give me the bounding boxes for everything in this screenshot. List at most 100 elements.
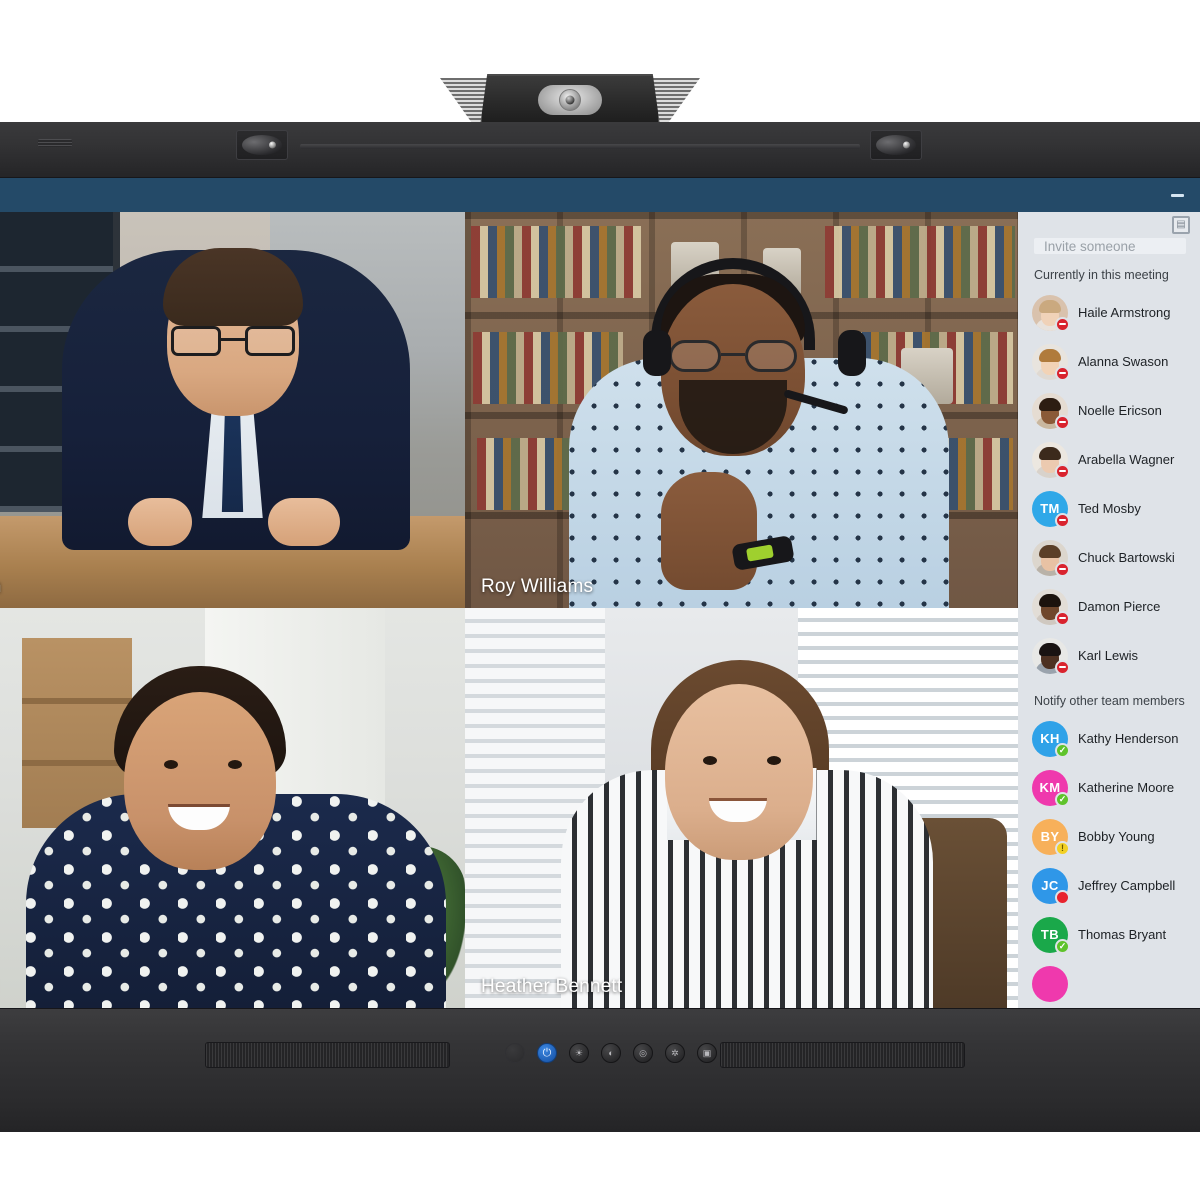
- list-item-label: Jeffrey Campbell: [1078, 878, 1176, 893]
- invite-someone-input[interactable]: Invite someone: [1034, 238, 1186, 254]
- bezel-trim-strip: [300, 144, 860, 149]
- list-item-label: Chuck Bartowski: [1078, 550, 1175, 565]
- panel-toggle-icon[interactable]: ▤: [1172, 216, 1190, 235]
- screenshot-scene: man: [0, 0, 1200, 1200]
- input-button[interactable]: ▣: [697, 1043, 717, 1063]
- list-item[interactable]: KM ✓ Katherine Moore: [1018, 763, 1200, 812]
- monitor-control-row: ⏻ ☀ ◐ ◎ ✲ ▣: [505, 1043, 717, 1063]
- list-item-label: Katherine Moore: [1078, 780, 1175, 795]
- list-item-label: Bobby Young: [1078, 829, 1155, 844]
- video-tile-2[interactable]: Roy Williams: [465, 212, 1018, 608]
- list-item[interactable]: Arabella Wagner: [1018, 435, 1200, 484]
- video-tile-3[interactable]: ard: [0, 608, 465, 1008]
- list-item-label: Ted Mosby: [1078, 501, 1141, 516]
- tile-2-background: [465, 212, 1018, 608]
- status-badge-online: ✓: [1055, 742, 1070, 758]
- vent-left: [38, 139, 72, 147]
- participant-2-hand: [661, 472, 757, 590]
- avatar: [1032, 539, 1070, 577]
- power-button[interactable]: ⏻: [537, 1043, 557, 1063]
- participant-1-right-hand: [268, 498, 340, 546]
- list-item-label: Kathy Henderson: [1078, 731, 1179, 746]
- status-badge-muted: [1055, 659, 1070, 675]
- list-item[interactable]: Karl Lewis: [1018, 631, 1200, 680]
- volume-button[interactable]: ◎: [633, 1043, 653, 1063]
- avatar-initials: [1032, 965, 1068, 1002]
- avatar: [1032, 965, 1068, 1002]
- video-tile-4-name: Heather Bennett: [481, 976, 623, 997]
- status-badge-muted: [1055, 365, 1070, 381]
- avatar: [1032, 294, 1070, 332]
- monitor: man: [0, 122, 1200, 1132]
- speaker-grille-left: [205, 1042, 450, 1068]
- indicator-light: [505, 1043, 525, 1063]
- monitor-bottom-bezel: ⏻ ☀ ◐ ◎ ✲ ▣: [0, 1008, 1200, 1132]
- avatar: [1032, 588, 1070, 626]
- status-badge-online: ✓: [1055, 791, 1070, 807]
- video-tile-1-name: man: [0, 576, 2, 598]
- list-item[interactable]: BY ! Bobby Young: [1018, 812, 1200, 861]
- avatar: JC: [1032, 867, 1070, 905]
- minimize-icon: [1170, 193, 1184, 197]
- status-badge-online: ✓: [1055, 938, 1070, 954]
- list-item-label: Karl Lewis: [1078, 648, 1138, 663]
- webcam-lens-plate: [538, 85, 602, 115]
- participant-2-glasses-icon: [669, 340, 797, 372]
- app-titlebar: [0, 178, 1200, 212]
- list-item[interactable]: Chuck Bartowski: [1018, 533, 1200, 582]
- video-tile-1[interactable]: man: [0, 212, 465, 608]
- invite-placeholder: Invite someone: [1044, 238, 1136, 254]
- list-item-label: Noelle Ericson: [1078, 403, 1162, 418]
- avatar: [1032, 441, 1070, 479]
- participant-3-eye-left: [164, 760, 178, 769]
- status-badge-muted: [1055, 316, 1070, 332]
- avatar: TM: [1032, 490, 1070, 528]
- participant-4-eye-left: [703, 756, 717, 765]
- brightness-button[interactable]: ☀: [569, 1043, 589, 1063]
- contrast-button[interactable]: ◐: [601, 1043, 621, 1063]
- status-badge-muted: [1055, 512, 1070, 528]
- headset-cup-left: [643, 330, 671, 376]
- status-badge-muted: [1055, 463, 1070, 479]
- list-item-label: Haile Armstrong: [1078, 305, 1171, 320]
- list-item-label: Arabella Wagner: [1078, 452, 1175, 467]
- list-item-label: Thomas Bryant: [1078, 927, 1167, 942]
- list-item[interactable]: Damon Pierce: [1018, 582, 1200, 631]
- status-badge-muted: [1055, 414, 1070, 430]
- list-item[interactable]: Haile Armstrong: [1018, 288, 1200, 337]
- speaker-grille-right: [720, 1042, 965, 1068]
- video-tile-2-name: Roy Williams: [481, 576, 594, 597]
- headset-cup-right: [838, 330, 866, 376]
- section-label-notify: Notify other team members: [1034, 694, 1185, 708]
- list-item[interactable]: TM Ted Mosby: [1018, 484, 1200, 533]
- list-item-label: Damon Pierce: [1078, 599, 1161, 614]
- books-row-2: [825, 226, 1015, 298]
- avatar: KM ✓: [1032, 769, 1070, 807]
- list-item[interactable]: Alanna Swason: [1018, 337, 1200, 386]
- camera-lens-icon: [559, 89, 581, 111]
- avatar: [1032, 637, 1070, 675]
- participants-sidebar: ▤ Invite someone Currently in this meeti…: [1018, 212, 1200, 1008]
- webcam-body: [480, 74, 660, 126]
- monitor-screen: man: [0, 178, 1200, 1008]
- video-grid: man: [0, 212, 1018, 1008]
- participant-3-eye-right: [228, 760, 242, 769]
- status-badge-busy: [1055, 889, 1070, 905]
- list-item-partial[interactable]: [1018, 959, 1200, 1008]
- list-item-label: Alanna Swason: [1078, 354, 1169, 369]
- video-conference-app: man: [0, 178, 1200, 1008]
- avatar: TB ✓: [1032, 916, 1070, 954]
- monitor-top-bezel: [0, 122, 1200, 178]
- list-item[interactable]: TB ✓ Thomas Bryant: [1018, 910, 1200, 959]
- list-item[interactable]: JC Jeffrey Campbell: [1018, 861, 1200, 910]
- app-body: man: [0, 212, 1200, 1008]
- participant-4-head: [665, 684, 813, 860]
- settings-button[interactable]: ✲: [665, 1043, 685, 1063]
- participant-1-left-hand: [128, 498, 192, 546]
- video-tile-4[interactable]: Heather Bennett: [465, 608, 1018, 1008]
- list-item[interactable]: KH ✓ Kathy Henderson: [1018, 714, 1200, 763]
- list-item[interactable]: Noelle Ericson: [1018, 386, 1200, 435]
- avatar: KH ✓: [1032, 720, 1070, 758]
- sidebar-toolbar: ▤: [1018, 212, 1200, 238]
- minimize-button[interactable]: [1164, 184, 1190, 206]
